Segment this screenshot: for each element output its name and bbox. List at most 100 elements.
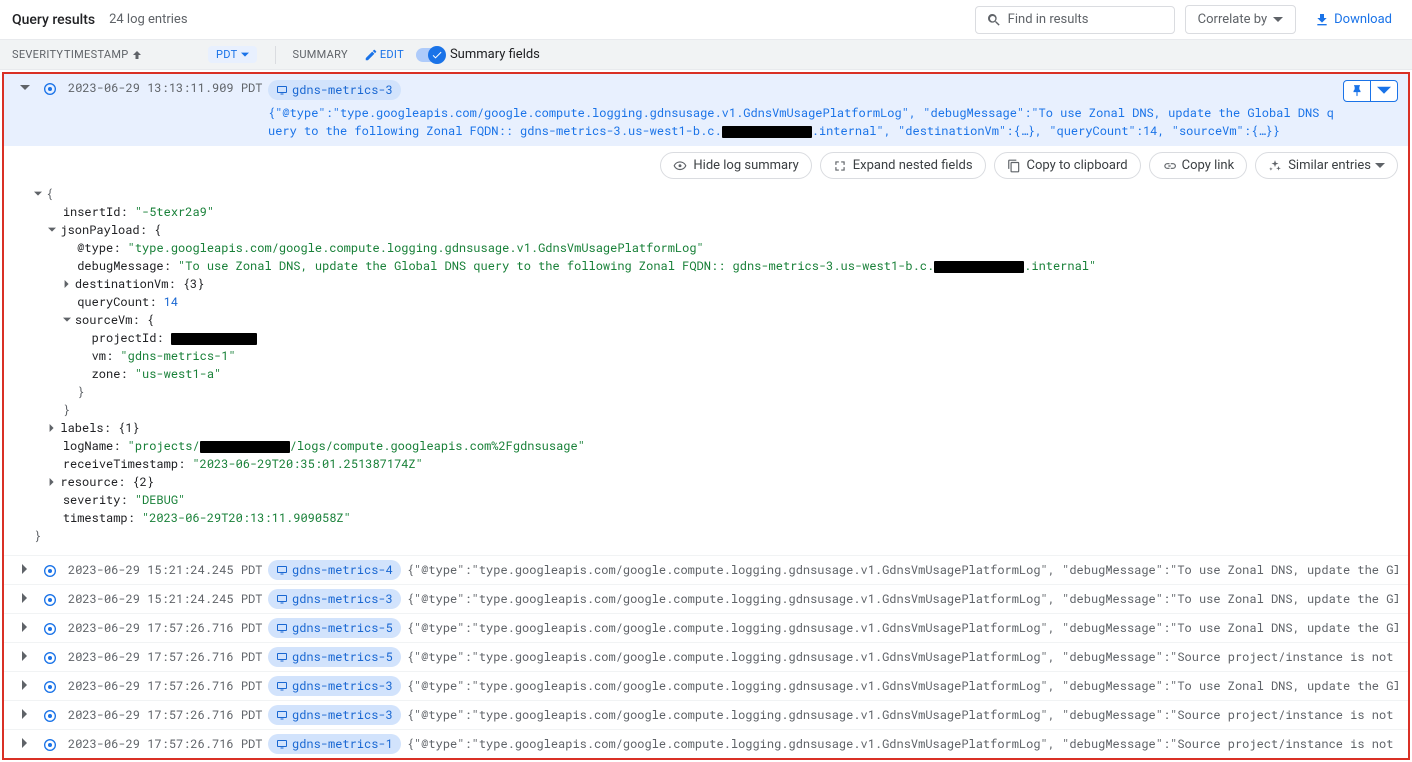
search-icon: [986, 12, 1002, 28]
expand-caret[interactable]: [20, 736, 34, 752]
json-sourcevm-open[interactable]: sourceVm: {: [75, 312, 154, 328]
log-row[interactable]: 2023-06-29 17:57:26.716 PDT gdns-metrics-…: [4, 613, 1408, 642]
json-payload-open[interactable]: jsonPayload: {: [60, 222, 161, 238]
copy-link-label: Copy link: [1182, 158, 1235, 173]
json-vm[interactable]: "gdns-metrics-1": [120, 348, 235, 364]
redacted-block: [171, 333, 257, 345]
log-row[interactable]: 2023-06-29 17:57:26.716 PDTgdns-metrics-…: [4, 700, 1408, 729]
log-row[interactable]: 2023-06-29 15:21:24.245 PDTgdns-metrics-…: [4, 584, 1408, 613]
caret-right[interactable]: [48, 473, 60, 491]
json-timestamp[interactable]: "2023-06-29T20:13:11.909058Z": [142, 510, 351, 526]
copy-clipboard-button[interactable]: Copy to clipboard: [994, 152, 1141, 179]
pin-dropdown[interactable]: [1371, 81, 1397, 101]
download-button[interactable]: Download: [1306, 6, 1400, 34]
correlate-by-button[interactable]: Correlate by: [1185, 5, 1296, 34]
col-timestamp[interactable]: TIMESTAMP: [64, 48, 212, 61]
json-zone[interactable]: "us-west1-a": [135, 366, 221, 382]
resource-chip[interactable]: gdns-metrics-1: [268, 734, 401, 754]
resource-name: gdns-metrics-5: [292, 649, 393, 665]
log-row[interactable]: 2023-06-29 17:57:26.716 PDT gdns-metrics-…: [4, 671, 1408, 700]
log-summary-text: {"@type":"type.googleapis.com/google.com…: [407, 707, 1398, 723]
resource-chip[interactable]: gdns-metrics-3: [268, 589, 401, 609]
json-insertid[interactable]: "-5texr2a9": [135, 204, 214, 220]
log-json-tree: { insertId: "-5texr2a9" jsonPayload: { @…: [4, 185, 1408, 555]
expand-caret[interactable]: [20, 678, 34, 694]
resource-chip[interactable]: gdns-metrics-3: [268, 676, 401, 696]
results-count: 24 log entries: [109, 12, 187, 27]
json-querycount[interactable]: 14: [164, 294, 178, 310]
col-severity[interactable]: SEVERITY: [12, 48, 64, 61]
col-summary[interactable]: SUMMARY: [286, 48, 353, 61]
vm-icon: [276, 84, 288, 96]
log-row[interactable]: 2023-06-29 17:57:26.716 PDT gdns-metrics-…: [4, 642, 1408, 671]
resource-chip[interactable]: gdns-metrics-5: [268, 618, 401, 638]
caret-right[interactable]: [48, 419, 60, 437]
correlate-label: Correlate by: [1198, 12, 1267, 27]
caret-down[interactable]: [63, 311, 75, 329]
chevron-down-icon: [1377, 84, 1391, 98]
log-row[interactable]: 2023-06-29 15:21:24.245 PDTgdns-metrics-…: [4, 555, 1408, 584]
resource-name: gdns-metrics-3: [292, 678, 393, 694]
chevron-down-icon: [1273, 15, 1283, 25]
toggle-switch: [416, 48, 444, 62]
json-logname[interactable]: "projects//logs/compute.googleapis.com%2…: [128, 438, 585, 454]
resource-chip[interactable]: gdns-metrics-4: [268, 560, 401, 580]
json-labels[interactable]: labels: {1}: [60, 420, 139, 436]
column-separator: [275, 46, 276, 64]
severity-debug-icon: [42, 563, 58, 579]
resource-chip[interactable]: gdns-metrics-5: [268, 647, 401, 667]
expand-fields-button[interactable]: Expand nested fields: [820, 152, 986, 179]
collapse-caret[interactable]: [20, 80, 34, 97]
download-label: Download: [1334, 12, 1392, 27]
json-type[interactable]: "type.googleapis.com/google.compute.logg…: [128, 240, 704, 256]
log-summary-text: {"@type":"type.googleapis.com/google.com…: [407, 736, 1398, 752]
arrow-up-icon: [131, 49, 143, 61]
summary-fields-label: Summary fields: [450, 47, 540, 62]
log-row[interactable]: 2023-06-29 17:57:26.716 PDTgdns-metrics-…: [4, 729, 1408, 758]
log-timestamp: 2023-06-29 17:57:26.716 PDT: [68, 678, 268, 694]
sparkle-icon: [1268, 159, 1282, 173]
log-summary-text: {"@type":"type.googleapis.com/google.com…: [407, 562, 1398, 578]
log-timestamp: 2023-06-29 17:57:26.716 PDT: [68, 620, 268, 636]
expand-caret[interactable]: [20, 562, 34, 578]
resource-chip[interactable]: gdns-metrics-3: [268, 80, 401, 100]
expand-icon: [833, 159, 847, 173]
edit-summary-button[interactable]: EDIT: [364, 48, 404, 62]
resource-name: gdns-metrics-3: [292, 82, 393, 98]
resource-chip[interactable]: gdns-metrics-3: [268, 705, 401, 725]
expand-caret[interactable]: [20, 707, 34, 723]
expand-caret[interactable]: [20, 591, 34, 607]
find-in-results-input[interactable]: Find in results: [975, 6, 1175, 34]
json-receivetimestamp[interactable]: "2023-06-29T20:35:01.251387174Z": [192, 456, 422, 472]
json-resource[interactable]: resource: {2}: [60, 474, 154, 490]
json-debugmessage[interactable]: "To use Zonal DNS, update the Global DNS…: [178, 258, 1096, 274]
similar-entries-button[interactable]: Similar entries: [1255, 152, 1398, 179]
similar-entries-label: Similar entries: [1288, 158, 1371, 173]
find-placeholder: Find in results: [1008, 12, 1089, 27]
log-row-expanded[interactable]: 2023-06-29 13:13:11.909 PDT gdns-metrics…: [4, 74, 1408, 146]
copy-link-button[interactable]: Copy link: [1149, 152, 1248, 179]
vm-icon: [276, 593, 288, 605]
log-timestamp: 2023-06-29 17:57:26.716 PDT: [68, 649, 268, 665]
expand-caret[interactable]: [20, 620, 34, 636]
expand-caret[interactable]: [20, 649, 34, 665]
timezone-chip[interactable]: PDT: [208, 46, 257, 63]
log-entries-panel: 2023-06-29 13:13:11.909 PDT gdns-metrics…: [2, 72, 1410, 760]
link-icon: [1162, 159, 1176, 173]
hide-summary-button[interactable]: Hide log summary: [660, 152, 811, 179]
redacted-block: [722, 126, 812, 138]
severity-debug-icon: [42, 679, 58, 695]
json-destinationvm[interactable]: destinationVm: {3}: [75, 276, 205, 292]
caret-down[interactable]: [48, 221, 60, 239]
severity-debug-icon: [42, 81, 58, 97]
log-timestamp: 2023-06-29 15:21:24.245 PDT: [68, 591, 268, 607]
summary-fields-toggle[interactable]: Summary fields: [416, 47, 540, 62]
caret-down[interactable]: [34, 185, 46, 203]
log-timestamp: 2023-06-29 13:13:11.909 PDT: [68, 80, 268, 96]
pin-button[interactable]: [1344, 81, 1370, 101]
json-severity[interactable]: "DEBUG": [135, 492, 185, 508]
caret-right[interactable]: [63, 275, 75, 293]
resource-name: gdns-metrics-5: [292, 620, 393, 636]
col-timestamp-label: TIMESTAMP: [64, 48, 129, 61]
pin-icon: [1350, 84, 1364, 98]
